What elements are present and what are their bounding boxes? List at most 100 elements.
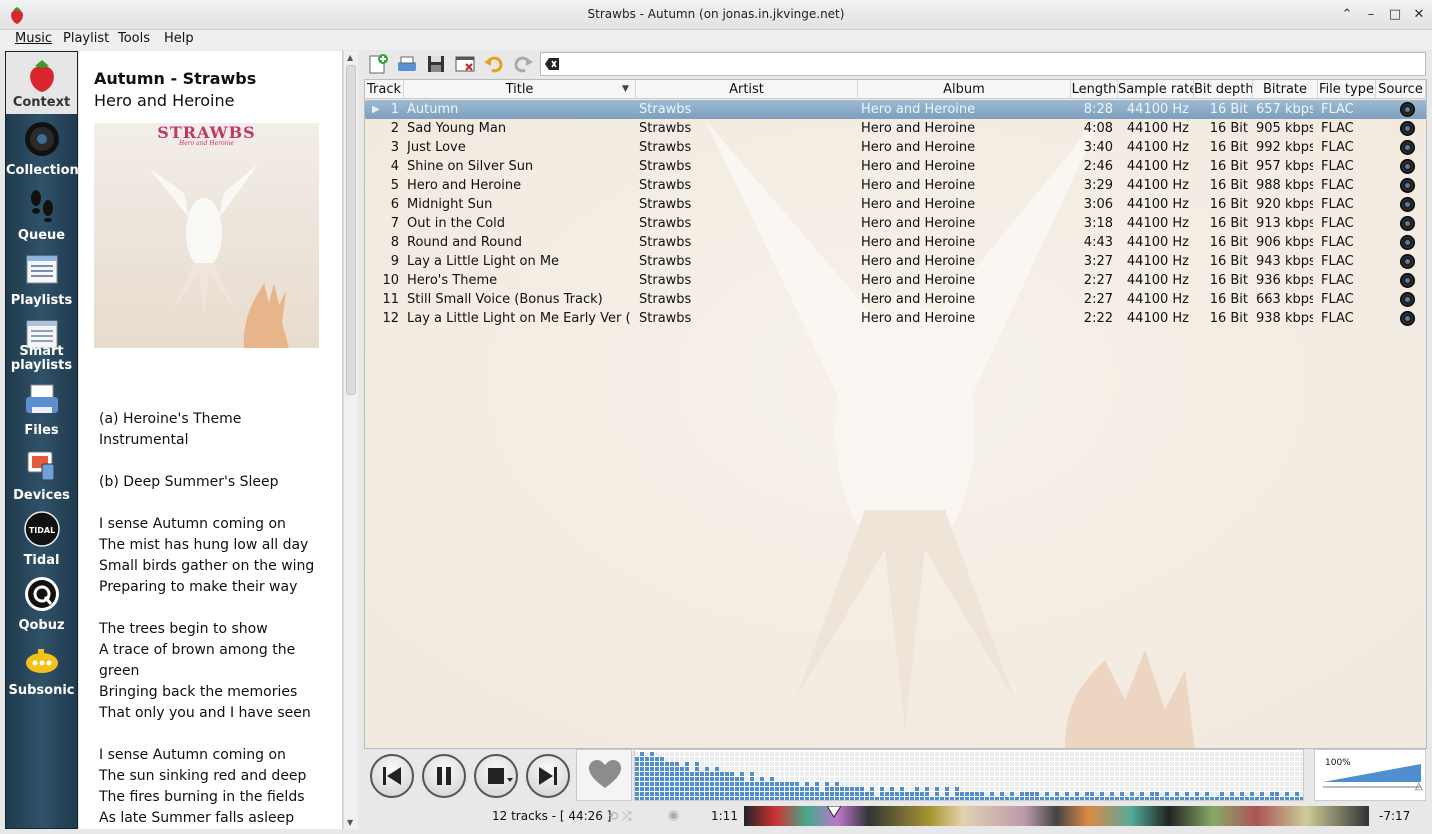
undo-icon[interactable] (483, 53, 505, 75)
repeat-shuffle-icons[interactable]: ⟲ ⤮ (608, 809, 660, 824)
volume-slider-track[interactable] (1323, 786, 1421, 788)
sidebar-item-collection[interactable]: Collection (6, 117, 79, 182)
scrobble-icon[interactable]: ◉ (668, 808, 679, 823)
redo-icon[interactable] (512, 53, 534, 75)
devices-icon (27, 451, 55, 481)
cell-artist: Strawbs (639, 235, 692, 250)
cell-artist: Strawbs (639, 292, 692, 307)
repeat-icon[interactable]: ⟲ (608, 809, 618, 823)
pause-icon (437, 767, 451, 785)
collection-source-icon (1400, 311, 1415, 326)
column-header-source[interactable]: Source (1376, 80, 1426, 99)
cell-length: 2:46 (1083, 159, 1113, 174)
sidebar-item-subsonic[interactable]: Subsonic (6, 637, 77, 702)
sidebar-item-qobuz[interactable]: Qobuz (6, 572, 77, 637)
cell-album: Hero and Heroine (861, 273, 976, 288)
column-header-artist[interactable]: Artist (636, 80, 858, 99)
playlist-view[interactable]: Track Title ▼ Artist Album Length Sample rate B… (364, 79, 1427, 749)
stop-icon (488, 768, 513, 784)
cell-track: 5 (390, 178, 399, 193)
printer-files-icon (26, 384, 58, 413)
menu-music[interactable]: Music (15, 31, 52, 46)
volume-handle-icon[interactable]: △ (1415, 781, 1423, 792)
cell-artist: Strawbs (639, 254, 692, 269)
clear-filter-icon[interactable] (544, 56, 560, 72)
seek-handle-icon[interactable] (827, 806, 841, 818)
collection-source-icon (1400, 273, 1415, 288)
sidebar-item-playlists[interactable]: Playlists (6, 247, 77, 312)
sidebar-item-label: Playlists (10, 293, 73, 308)
collection-source-icon (1400, 121, 1415, 136)
album-cover: STRAWBS Hero and Heroine (94, 123, 319, 348)
column-header-title[interactable]: Title (404, 80, 636, 99)
stop-button[interactable] (474, 754, 518, 798)
column-header-rate[interactable]: Sample rate (1118, 80, 1194, 99)
sidebar-item-context[interactable]: Context (6, 52, 77, 114)
cell-length: 8:28 (1083, 102, 1113, 117)
volume-bar[interactable] (1323, 764, 1421, 782)
column-header-track[interactable]: Track (365, 80, 404, 99)
column-header-length[interactable]: Length (1071, 80, 1118, 99)
cell-type: FLAC (1321, 216, 1354, 231)
playlist-row[interactable]: 5 Hero and Heroine Strawbs Hero and Heroine… (365, 176, 1426, 195)
cell-rate: 44100 Hz (1126, 311, 1189, 326)
clear-playlist-icon[interactable] (454, 53, 476, 75)
column-header-album[interactable]: Album (858, 80, 1071, 99)
cell-rate: 44100 Hz (1126, 292, 1189, 307)
scroll-up-icon[interactable]: ▲ (347, 53, 353, 62)
column-header-bitrate[interactable]: Bitrate (1253, 80, 1318, 99)
menu-tools[interactable]: Tools (118, 31, 150, 46)
playlist-row[interactable]: 1 Autumn Strawbs Hero and Heroine 8:28 44100 … (365, 100, 1426, 119)
love-button[interactable] (576, 749, 632, 801)
pause-button[interactable] (422, 754, 466, 798)
sidebar-item-devices[interactable]: Devices (6, 442, 77, 507)
spectrum-analyzer[interactable] (634, 749, 1304, 801)
new-playlist-icon[interactable] (367, 53, 389, 75)
cell-type: FLAC (1321, 254, 1354, 269)
playlist-row[interactable]: 7 Out in the Cold Strawbs Hero and Heroine 3… (365, 214, 1426, 233)
scroll-down-icon[interactable]: ▼ (347, 818, 353, 827)
player-controls: 100% △ (364, 749, 1427, 801)
volume-control[interactable]: 100% △ (1314, 749, 1426, 801)
cell-album: Hero and Heroine (861, 159, 976, 174)
save-playlist-icon[interactable] (425, 53, 447, 75)
close-icon[interactable]: ✕ (1410, 6, 1428, 24)
collection-source-icon (1400, 102, 1415, 117)
playlist-row[interactable]: 12 Lay a Little Light on Me Early Ver (B…… (365, 309, 1426, 328)
sidebar-item-queue[interactable]: Queue (6, 182, 77, 247)
maximize-icon[interactable]: □ (1386, 6, 1404, 24)
playlist-row[interactable]: 10 Hero's Theme Strawbs Hero and Heroine 2:2… (365, 271, 1426, 290)
cell-length: 2:27 (1083, 292, 1113, 307)
playlist-row[interactable]: 9 Lay a Little Light on Me Strawbs Hero and… (365, 252, 1426, 271)
cell-title: Round and Round (407, 235, 522, 250)
playlist-row[interactable]: 2 Sad Young Man Strawbs Hero and Heroine 4:0… (365, 119, 1426, 138)
column-header-depth[interactable]: Bit depth (1194, 80, 1253, 99)
help-icon[interactable]: ⌃ (1338, 6, 1356, 24)
sidebar-item-tidal[interactable]: TIDAL Tidal (6, 507, 77, 572)
scrollbar-thumb[interactable] (346, 65, 356, 395)
column-header-type[interactable]: File type (1318, 80, 1376, 99)
previous-track-button[interactable] (370, 754, 414, 798)
cell-length: 3:27 (1083, 254, 1113, 269)
shuffle-icon[interactable]: ⤮ (622, 809, 632, 823)
menu-help[interactable]: Help (164, 31, 194, 46)
minimize-icon[interactable]: – (1362, 6, 1380, 24)
playlist-filter-input[interactable] (540, 52, 1426, 76)
menu-playlist[interactable]: Playlist (63, 31, 109, 46)
previous-icon (383, 767, 401, 785)
playlist-row[interactable]: 8 Round and Round Strawbs Hero and Heroine 4… (365, 233, 1426, 252)
playlist-row[interactable]: 4 Shine on Silver Sun Strawbs Hero and Hero… (365, 157, 1426, 176)
load-playlist-icon[interactable] (396, 53, 418, 75)
cell-artist: Strawbs (639, 311, 692, 326)
cell-album: Hero and Heroine (861, 140, 976, 155)
svg-text:TIDAL: TIDAL (29, 526, 55, 535)
playlist-row[interactable]: 6 Midnight Sun Strawbs Hero and Heroine 3:06… (365, 195, 1426, 214)
next-track-button[interactable] (526, 754, 570, 798)
cell-track: 4 (390, 159, 399, 174)
playlist-row[interactable]: 3 Just Love Strawbs Hero and Heroine 3:40 441… (365, 138, 1426, 157)
sidebar-item-smart-playlists[interactable]: Smart playlists (6, 312, 77, 377)
context-scrollbar[interactable]: ▲ ▼ (343, 51, 358, 829)
seek-bar-moodbar[interactable] (744, 806, 1369, 826)
sidebar-item-files[interactable]: Files (6, 377, 77, 442)
playlist-row[interactable]: 11 Still Small Voice (Bonus Track) Strawbs… (365, 290, 1426, 309)
